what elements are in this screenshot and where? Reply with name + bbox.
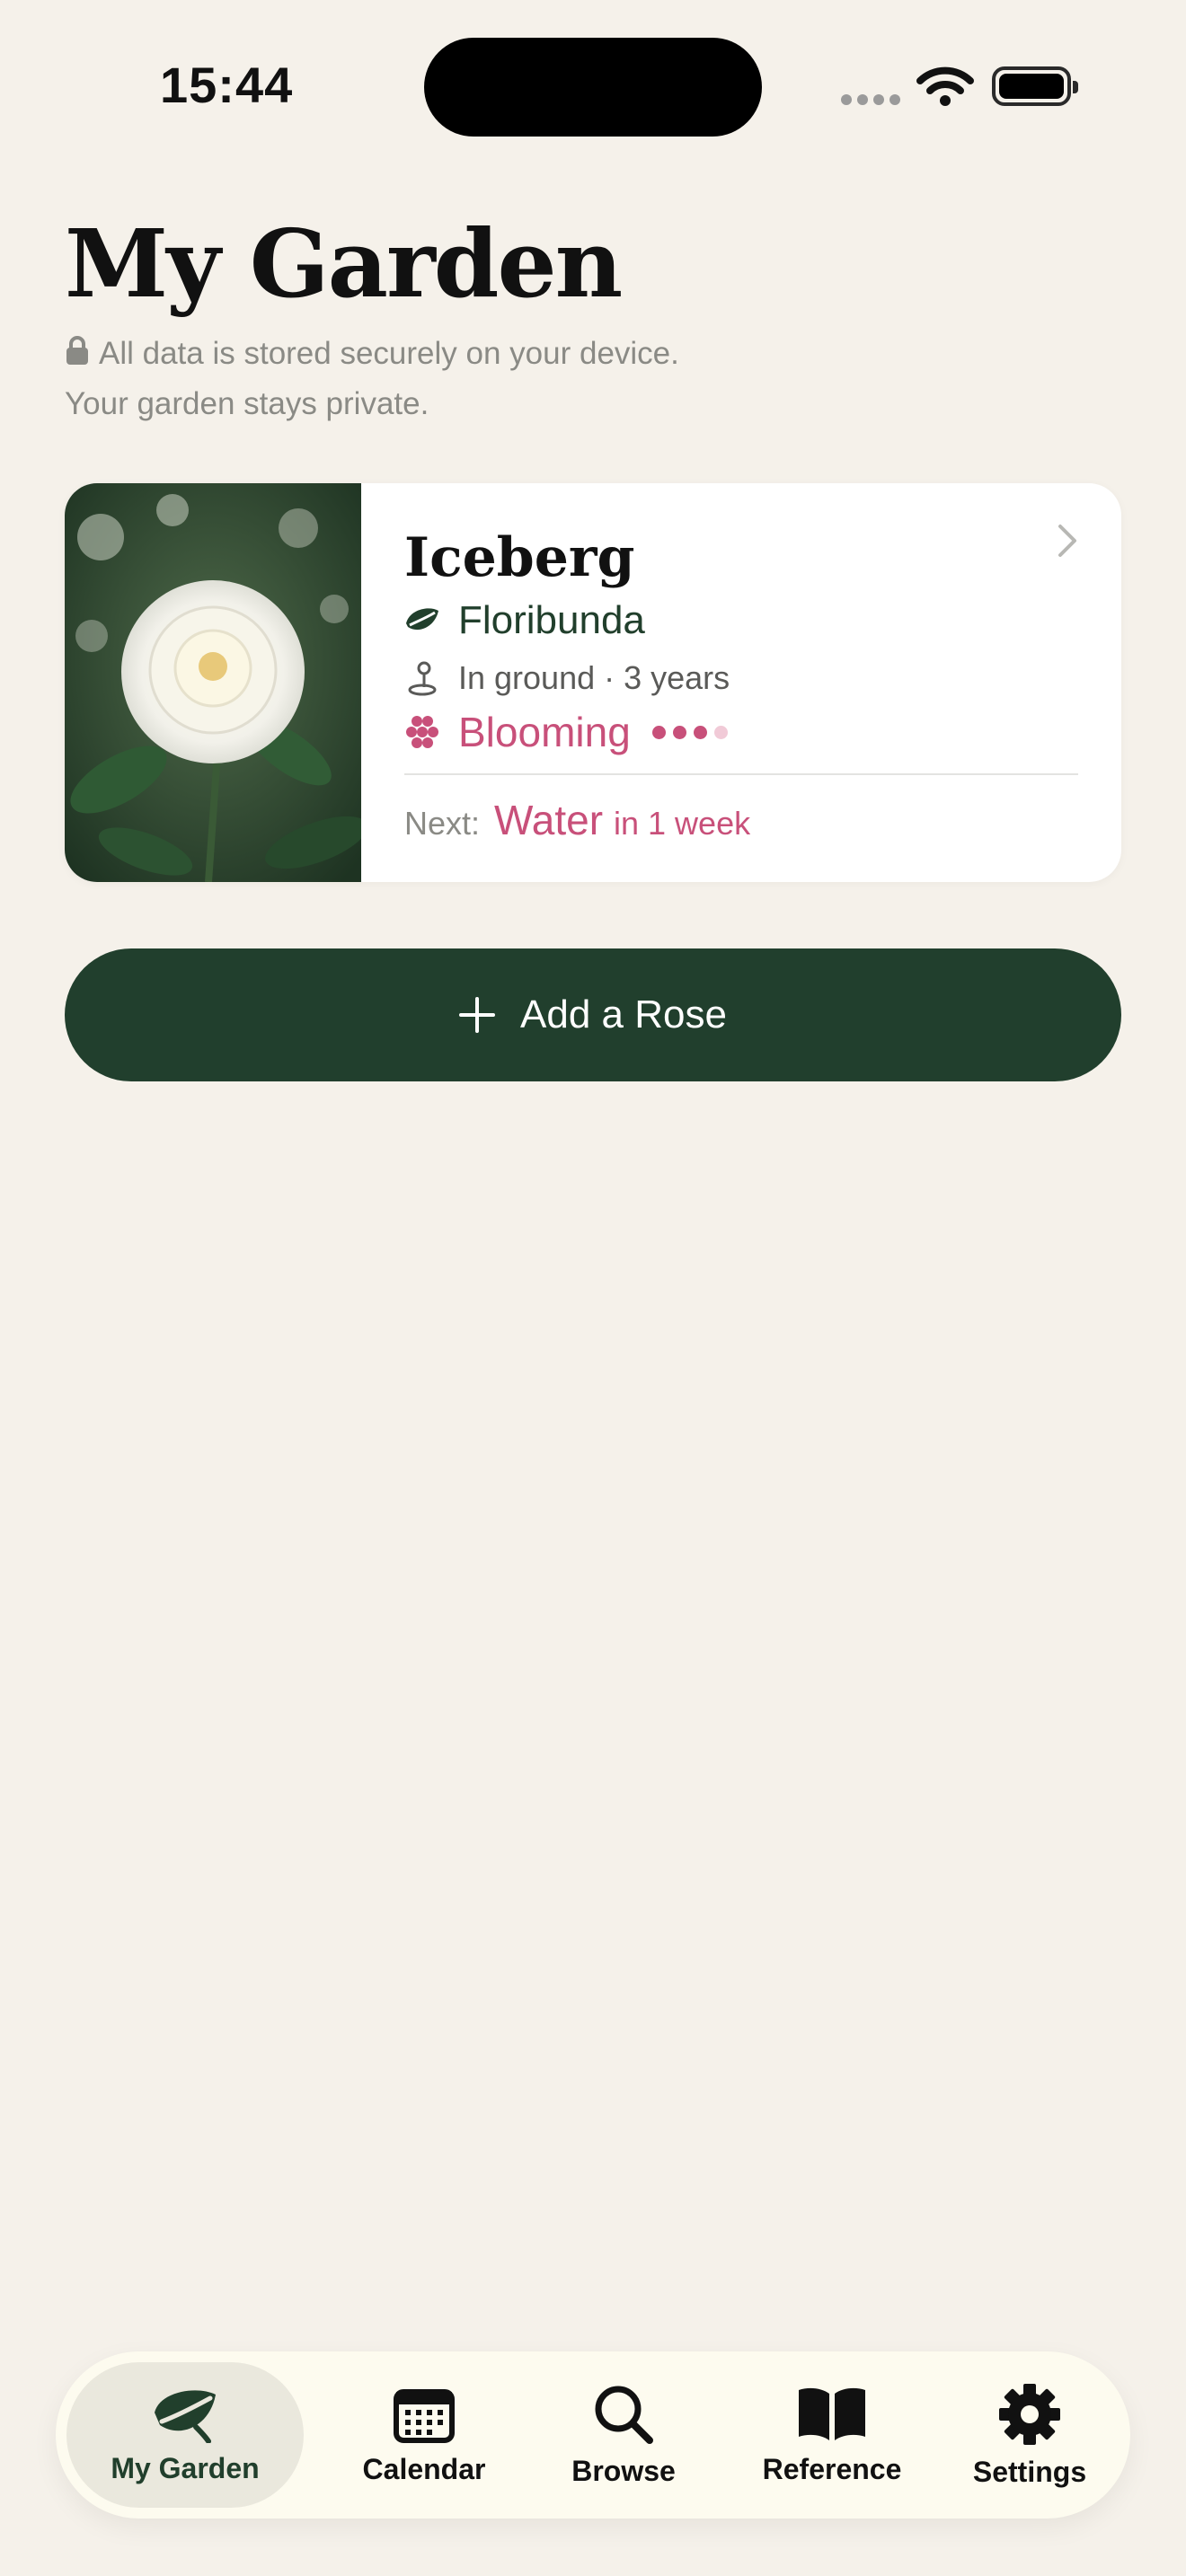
- tab-reference[interactable]: Reference: [724, 2362, 940, 2508]
- tab-calendar[interactable]: Calendar: [325, 2362, 523, 2508]
- next-when: in 1 week: [614, 805, 751, 842]
- rose-card-body: Iceberg Floribunda In ground · 3 years B…: [404, 483, 1078, 882]
- privacy-text-line2: Your garden stays private.: [65, 386, 429, 421]
- privacy-note: All data is stored securely on your devi…: [65, 329, 679, 429]
- tab-settings[interactable]: Settings: [940, 2362, 1120, 2508]
- bloom-dot: [651, 725, 666, 739]
- calendar-icon: [394, 2388, 455, 2443]
- privacy-text-line1: All data is stored securely on your devi…: [99, 336, 679, 371]
- next-task-row: Next: Water in 1 week: [404, 796, 750, 844]
- rose-photo: [65, 483, 361, 882]
- rose-location-row: In ground · 3 years: [404, 659, 730, 697]
- rose-type: Floribunda: [458, 598, 645, 642]
- cellular-signal-icon: [841, 93, 906, 110]
- leaf-icon: [155, 2389, 216, 2443]
- bloom-dot: [713, 725, 728, 739]
- bloom-dot: [672, 725, 686, 739]
- rose-status-row: Blooming: [404, 708, 735, 756]
- card-divider: [404, 773, 1078, 775]
- leaf-icon: [406, 608, 438, 631]
- plus-icon: [459, 997, 496, 1033]
- rose-status: Blooming: [458, 709, 631, 755]
- search-icon: [595, 2386, 653, 2444]
- battery-icon: [992, 66, 1078, 106]
- tab-label: Browse: [571, 2454, 676, 2487]
- tab-label: Settings: [972, 2455, 1087, 2488]
- add-rose-button[interactable]: Add a Rose: [65, 948, 1121, 1081]
- next-action: Water: [494, 797, 604, 843]
- lock-icon: [66, 336, 88, 365]
- bloom-level-indicator: [651, 725, 735, 739]
- tab-label: My Garden: [111, 2451, 260, 2484]
- bloom-icon: [406, 716, 438, 748]
- gear-icon: [999, 2383, 1060, 2445]
- bloom-dot: [693, 725, 707, 739]
- wifi-icon: [916, 66, 974, 106]
- chevron-right-icon[interactable]: [1057, 523, 1078, 559]
- rose-name: Iceberg: [404, 526, 635, 589]
- dynamic-island: [424, 38, 762, 137]
- location-pin-icon: [408, 661, 437, 696]
- status-time: 15:44: [160, 57, 294, 113]
- tab-browse[interactable]: Browse: [534, 2362, 713, 2508]
- rose-location: In ground · 3 years: [458, 659, 730, 696]
- book-icon: [799, 2387, 865, 2440]
- tab-bar: My Garden Calendar Browse Reference Sett…: [56, 2351, 1130, 2519]
- next-label: Next:: [404, 805, 481, 842]
- rose-card[interactable]: Iceberg Floribunda In ground · 3 years B…: [65, 483, 1121, 882]
- tab-my-garden[interactable]: My Garden: [66, 2362, 304, 2508]
- tab-label: Reference: [762, 2452, 902, 2485]
- rose-type-row: Floribunda: [404, 598, 645, 643]
- page-title: My Garden: [65, 208, 623, 319]
- tab-label: Calendar: [362, 2452, 486, 2485]
- add-rose-label: Add a Rose: [520, 992, 727, 1037]
